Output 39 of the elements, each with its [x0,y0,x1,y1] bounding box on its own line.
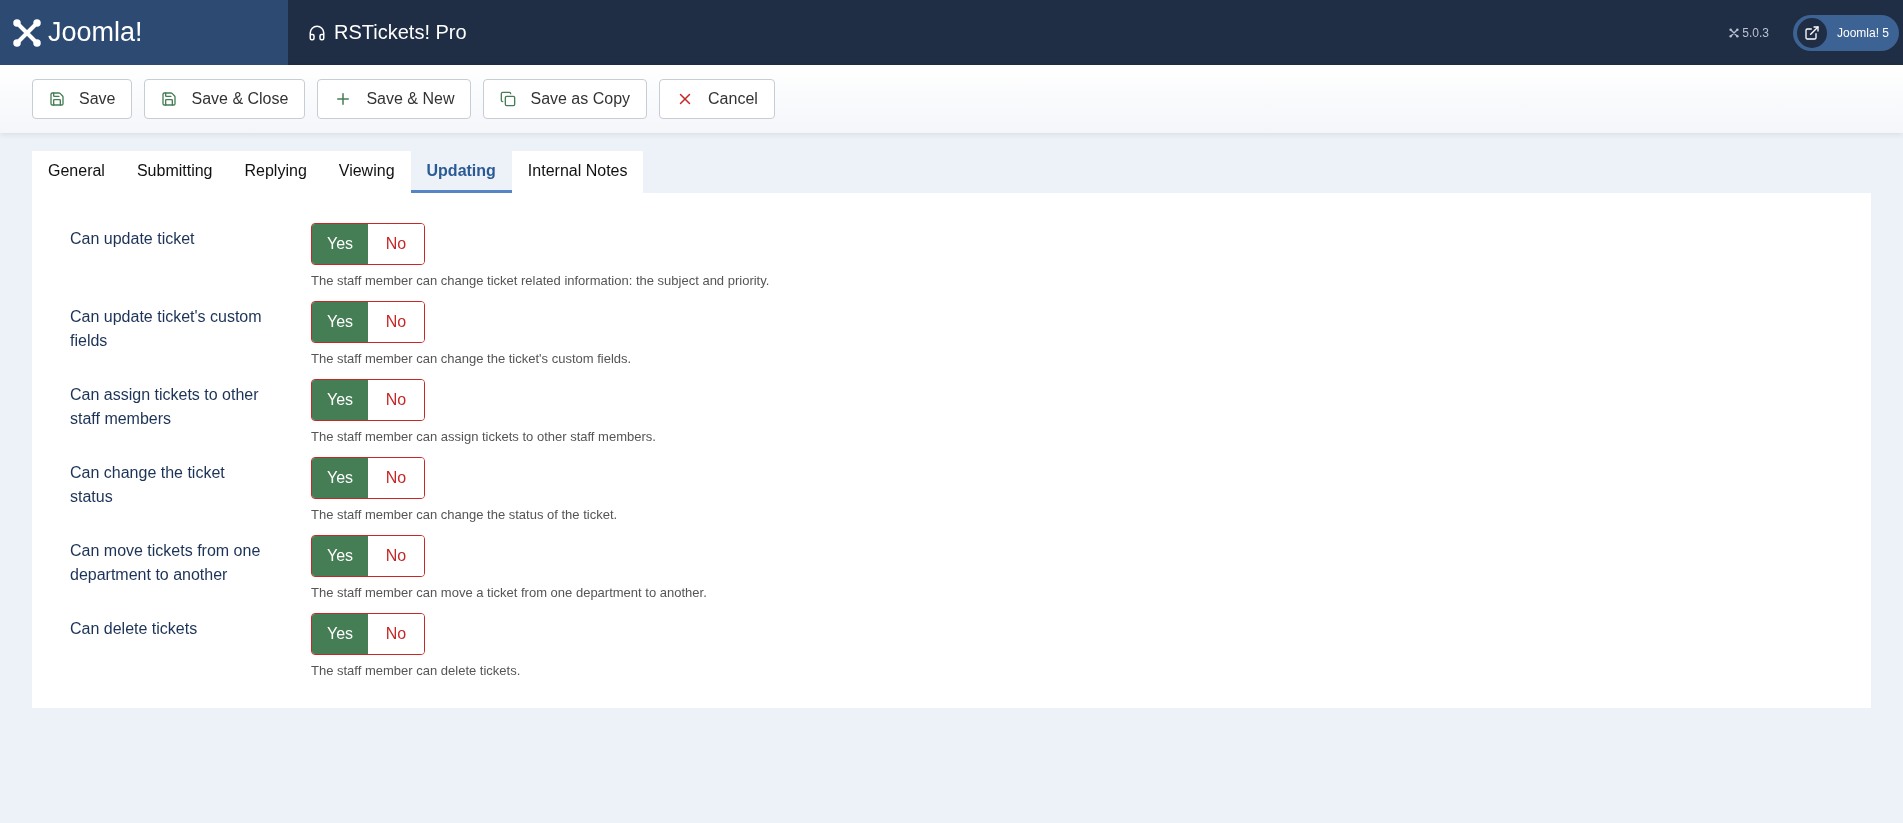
tab[interactable]: Internal Notes [511,151,644,193]
field-description: The staff member can assign tickets to other staff members. [311,429,657,444]
field-description: The staff member can change ticket related information: the subject and priority. [311,273,771,288]
toolbar-button[interactable]: Cancel [659,79,775,119]
save-icon [161,91,178,107]
field-label: Can update ticket's custom fields [70,307,263,351]
field-label: Can change the ticket status [70,463,226,507]
site-link[interactable]: Joomla! 5 [1792,14,1899,51]
field-label: Can assign tickets to other staff members [70,385,260,429]
headset-icon [308,23,326,42]
external-link-icon [1803,24,1820,41]
tab[interactable]: General [32,151,121,193]
tab[interactable]: Viewing [322,151,411,193]
toggle-option[interactable]: Yes [312,536,368,576]
toolbar-button[interactable]: Save as Copy [483,79,648,119]
toggle-option[interactable]: Yes [312,614,368,654]
joomla-logo-icon [12,17,42,48]
toolbar-button[interactable]: Save [32,79,133,119]
copy-icon [500,91,517,107]
field-label: Can delete tickets [70,619,199,639]
toggle-option[interactable]: Yes [312,380,368,420]
tab[interactable]: Submitting [120,151,229,193]
toggle-option[interactable]: Yes [312,224,368,264]
field-description: The staff member can move a ticket from one department to another. [311,585,708,600]
toolbar-button[interactable]: Save & Close [144,79,306,119]
field-description: The staff member can delete tickets. [311,663,522,678]
logo-text: Joomla! [48,17,143,48]
tab[interactable]: Replying [228,151,323,193]
toggle-option[interactable]: Yes [312,302,368,342]
field-label: Can move tickets from one department to another [70,541,262,585]
page-title: RSTickets! Pro [334,21,467,44]
field-description: The staff member can change the status of the ticket. [311,507,619,522]
field-label: Can update ticket [70,229,196,249]
field-description: The staff member can change the ticket's custom fields. [311,351,633,366]
toggle-option[interactable]: Yes [312,458,368,498]
joomla-logo-icon [1729,27,1740,38]
version-text: 5.0.3 [1742,25,1769,40]
toolbar-button[interactable]: Save & New [317,79,472,119]
save-icon [49,91,65,107]
